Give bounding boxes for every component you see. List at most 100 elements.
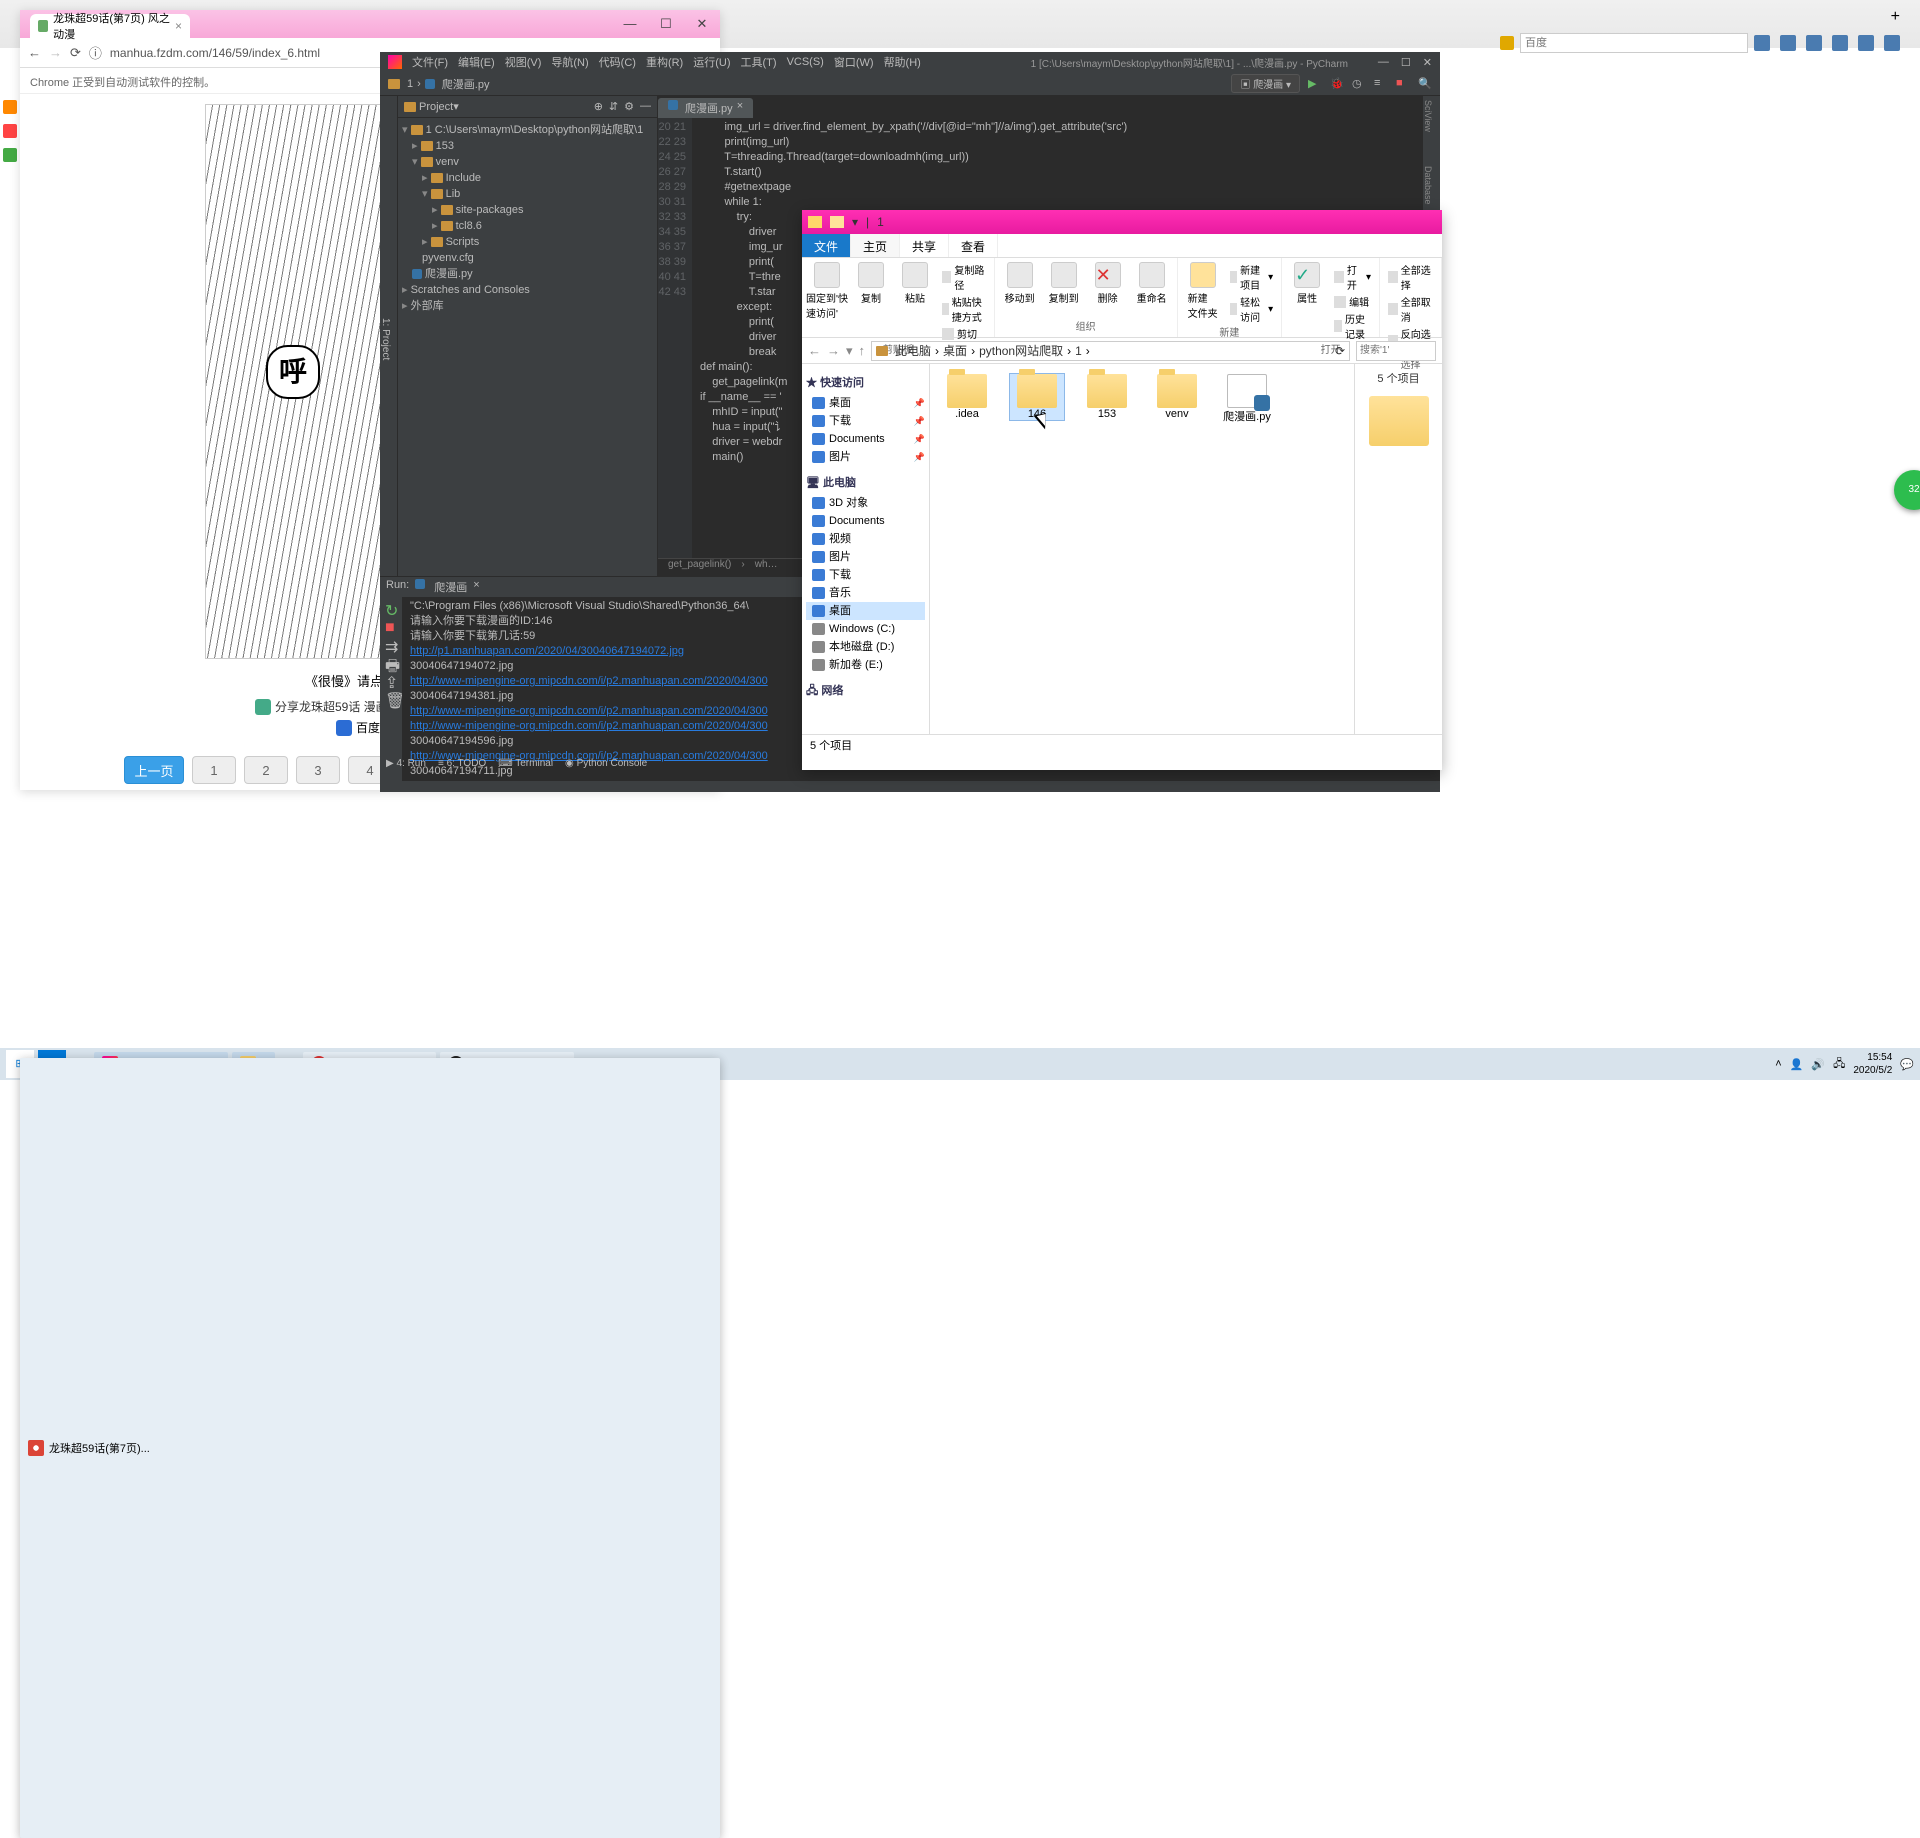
explorer-sidebar[interactable]: ★ 快速访问 桌面📌 下载📌 Documents📌 图片📌 🖥 此电脑 3D 对… <box>802 364 930 734</box>
pyc-minimize-icon[interactable]: — <box>1378 56 1389 69</box>
properties-button[interactable]: ✓属性 <box>1290 262 1324 305</box>
side-icon-1[interactable] <box>3 100 17 114</box>
settings-icon[interactable]: ⇵ <box>609 100 618 113</box>
forward-icon[interactable]: → <box>827 343 840 358</box>
pager-2[interactable]: 2 <box>244 756 288 784</box>
move-button[interactable]: 移动到 <box>1003 262 1037 305</box>
open-button[interactable]: 打开 ▾ <box>1334 262 1371 292</box>
print-icon[interactable]: 🖶 <box>385 655 397 667</box>
share-icon[interactable] <box>255 699 271 715</box>
network[interactable]: 🖧 网络 <box>806 682 925 700</box>
pager-1[interactable]: 1 <box>192 756 236 784</box>
back-icon[interactable]: ← <box>28 45 41 60</box>
breadcrumb-path[interactable]: 此电脑 › 桌面 › python网站爬取 › 1 › ⟳ <box>871 341 1350 361</box>
run-icon[interactable]: ▶ <box>1308 77 1322 91</box>
menu-file[interactable]: 文件(F) <box>412 54 448 70</box>
chrome-tab[interactable]: 龙珠超59话(第7页) 风之动漫 × <box>30 14 190 38</box>
menu-window[interactable]: 窗口(W) <box>834 54 874 70</box>
cut-button[interactable]: 剪切 <box>942 326 986 341</box>
run-config-selector[interactable]: ▣ 爬漫画 ▾ <box>1231 74 1300 93</box>
copy-path-button[interactable]: 复制路径 <box>942 262 986 292</box>
delete-button[interactable]: ✕删除 <box>1091 262 1125 305</box>
project-tree[interactable]: 1 C:\Users\maym\Desktop\python网站爬取\1 153… <box>398 118 657 318</box>
menu-nav[interactable]: 导航(N) <box>551 54 588 70</box>
side-icon-3[interactable] <box>3 148 17 162</box>
target-icon[interactable]: ⊕ <box>594 100 603 113</box>
this-pc[interactable]: 🖥 此电脑 <box>806 474 925 492</box>
coverage-icon[interactable]: ◷ <box>1352 77 1366 91</box>
back-icon[interactable]: ← <box>808 343 821 358</box>
pyc-close-icon[interactable]: ✕ <box>1423 56 1432 69</box>
floating-action-button[interactable]: 32 <box>1894 470 1920 510</box>
pyc-maximize-icon[interactable]: ☐ <box>1401 56 1411 69</box>
paste-button[interactable]: 粘贴 <box>898 262 932 305</box>
collapse-icon[interactable]: — <box>640 100 651 113</box>
paste-shortcut-button[interactable]: 粘贴快捷方式 <box>942 294 986 324</box>
tab-view[interactable]: 查看 <box>949 234 998 257</box>
menu-run[interactable]: 运行(U) <box>693 54 730 70</box>
clock[interactable]: 15:542020/5/2 <box>1853 1051 1892 1077</box>
history-button[interactable]: 历史记录 <box>1334 311 1371 341</box>
file-item-153[interactable]: 153 <box>1080 374 1134 420</box>
toolbar-icon-2[interactable] <box>1780 35 1796 51</box>
site-info-icon[interactable]: ⓘ <box>89 43 102 62</box>
file-item-idea[interactable]: .idea <box>940 374 994 420</box>
pin-button[interactable]: 固定到'快 速访问' <box>810 262 844 320</box>
crumb-file[interactable]: 爬漫画.py <box>442 76 490 92</box>
gear-icon[interactable]: ⚙ <box>624 100 634 113</box>
menu-vcs[interactable]: VCS(S) <box>787 56 824 68</box>
up-icon[interactable]: ↑ <box>859 343 866 358</box>
task-chrome2[interactable]: 龙珠超59话(第7页)... <box>20 1058 720 1838</box>
rerun-icon[interactable]: ↻ <box>385 601 397 613</box>
side-icon-2[interactable] <box>3 124 17 138</box>
file-list[interactable]: .idea 146 153 venv 爬漫画.py <box>930 364 1354 734</box>
copyto-button[interactable]: 复制到 <box>1047 262 1081 305</box>
selectall-button[interactable]: 全部选择 <box>1388 262 1433 292</box>
tray-volume-icon[interactable]: 🔊 <box>1811 1058 1825 1071</box>
menu-refactor[interactable]: 重构(R) <box>646 54 683 70</box>
debug-icon[interactable]: 🐞 <box>1330 77 1344 91</box>
stop-icon[interactable]: ■ <box>385 619 397 631</box>
stop-icon[interactable]: ■ <box>1396 77 1410 91</box>
notifications-icon[interactable]: 💬 <box>1900 1058 1914 1071</box>
toolbar-icon-1[interactable] <box>1754 35 1770 51</box>
footer-run[interactable]: ▶ 4: Run <box>386 758 426 769</box>
toolbar-icon-3[interactable] <box>1806 35 1822 51</box>
maximize-icon[interactable]: ☐ <box>648 10 684 38</box>
profile-icon[interactable]: ≡ <box>1374 77 1388 91</box>
pager-prev[interactable]: 上一页 <box>124 756 184 784</box>
tab-close-icon[interactable]: × <box>175 19 182 33</box>
footer-terminal[interactable]: ⌨ Terminal <box>498 758 553 769</box>
copy-button[interactable]: 复制 <box>854 262 888 305</box>
database-tab[interactable]: Database <box>1423 166 1433 205</box>
easyaccess-button[interactable]: 轻松访问 ▾ <box>1230 294 1273 324</box>
recent-icon[interactable]: ▾ <box>846 343 853 359</box>
menu-code[interactable]: 代码(C) <box>599 54 636 70</box>
toolbar-icon-4[interactable] <box>1832 35 1848 51</box>
top-search-input[interactable] <box>1520 33 1748 53</box>
edit-button[interactable]: 编辑 <box>1334 294 1371 309</box>
refresh-icon[interactable]: ⟳ <box>1335 344 1345 358</box>
file-item-venv[interactable]: venv <box>1150 374 1204 420</box>
tray-network-icon[interactable]: 🖧 <box>1833 1055 1845 1074</box>
menu-edit[interactable]: 编辑(E) <box>458 54 495 70</box>
system-tray[interactable]: ˄ 👤 🔊 🖧 15:542020/5/2 💬 <box>1775 1051 1914 1077</box>
footer-todo[interactable]: ≡ 6: TODO <box>438 758 486 769</box>
newitem-button[interactable]: 新建项目 ▾ <box>1230 262 1273 292</box>
editor-tab[interactable]: 爬漫画.py × <box>658 98 753 118</box>
trash-icon[interactable]: 🗑 <box>385 691 397 703</box>
toolbar-menu-icon[interactable] <box>1884 35 1900 51</box>
quick-access[interactable]: ★ 快速访问 <box>806 374 925 392</box>
left-gutter[interactable]: 1: Project <box>380 96 398 576</box>
sciview-tab[interactable]: SciView <box>1423 100 1433 132</box>
rename-button[interactable]: 重命名 <box>1135 262 1169 305</box>
tray-chevron-icon[interactable]: ˄ <box>1775 1058 1781 1070</box>
tab-home[interactable]: 主页 <box>851 234 900 257</box>
pager-3[interactable]: 3 <box>296 756 340 784</box>
crumb-root[interactable]: 1 <box>407 78 413 90</box>
search-icon[interactable]: 🔍 <box>1418 77 1432 91</box>
file-item-pyfile[interactable]: 爬漫画.py <box>1220 374 1274 424</box>
tray-people-icon[interactable]: 👤 <box>1790 1058 1804 1071</box>
toggle-icon[interactable]: ⇉ <box>385 637 397 649</box>
close-icon[interactable]: ✕ <box>684 10 720 38</box>
